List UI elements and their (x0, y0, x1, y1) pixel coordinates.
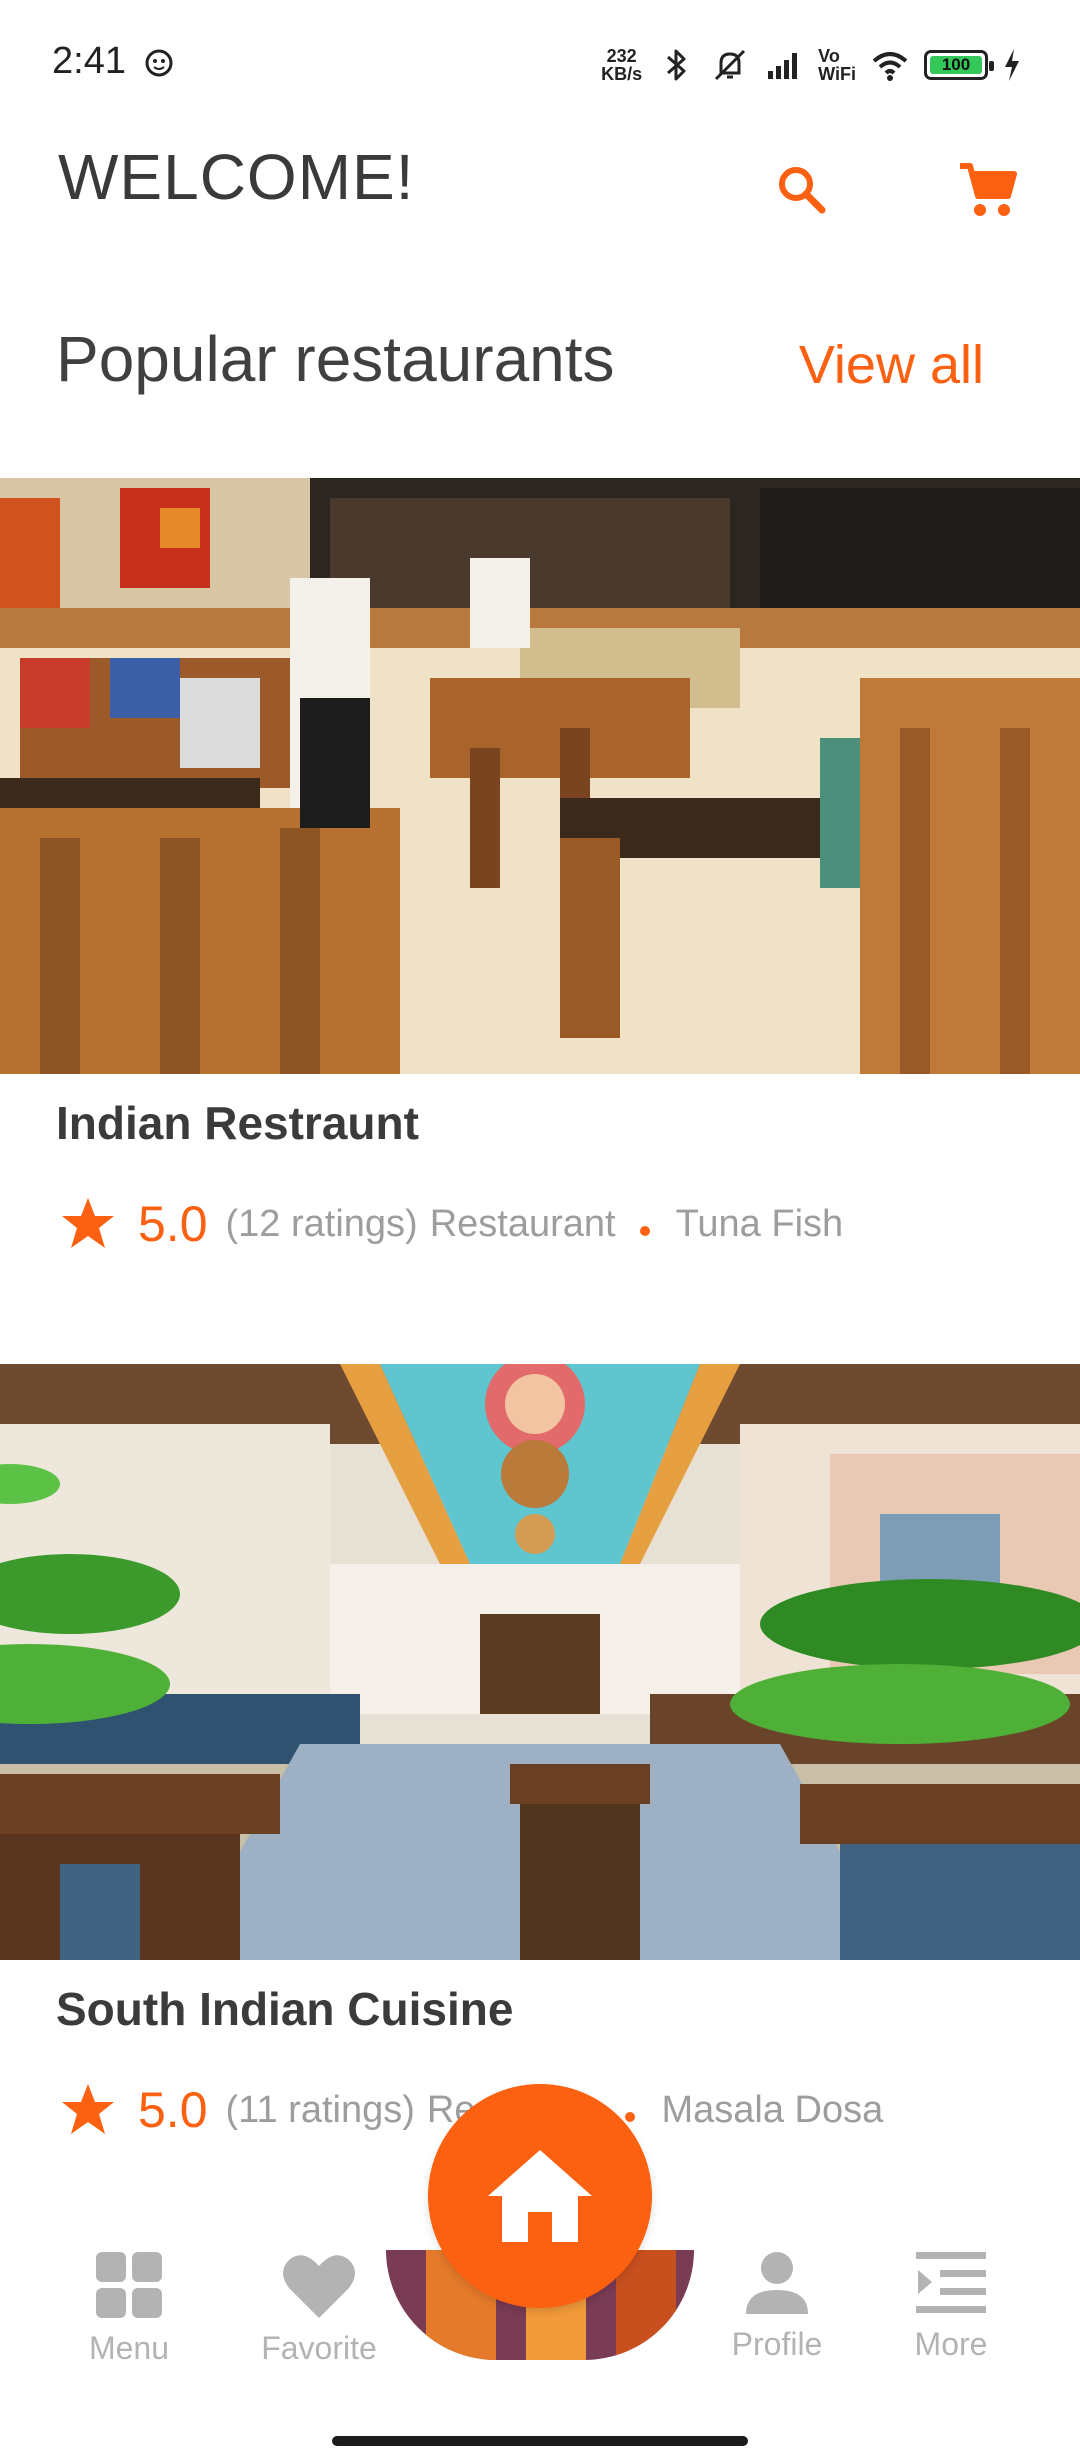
nav-more-label: More (914, 2326, 988, 2362)
battery-icon: 100 (924, 50, 994, 80)
separator-dot (639, 1226, 650, 1236)
restaurant-meta: 5.0 (12 ratings) Restaurant Tuna Fish (58, 1194, 843, 1254)
restaurant-image (0, 478, 1080, 1074)
status-bar: 2:41 232 KB/s Vo WiFi 100 (0, 0, 1080, 130)
rating-value: 5.0 (138, 1196, 208, 1252)
restaurant-card[interactable]: South Indian Cuisine 5.0 (11 ratings) Re… (0, 1364, 1080, 2164)
rating-value: 5.0 (138, 2082, 208, 2138)
ratings-count: (12 ratings) (225, 1202, 418, 1245)
restaurant-name: South Indian Cuisine (56, 1983, 514, 2035)
section-title: Popular restaurants (56, 323, 615, 395)
star-icon (62, 1198, 114, 1248)
cart-icon (960, 163, 1017, 216)
nav-favorite[interactable]: Favorite (234, 2250, 404, 2410)
nav-profile-label: Profile (731, 2326, 823, 2362)
more-list-icon (916, 2252, 986, 2313)
search-button[interactable] (762, 150, 842, 230)
vowifi-bottom: WiFi (818, 64, 856, 84)
home-button[interactable] (428, 2084, 652, 2308)
smiley-notification-icon (145, 49, 173, 77)
battery-level: 100 (941, 55, 971, 74)
heart-icon (283, 2255, 355, 2318)
signal-icon (768, 53, 798, 79)
mute-icon (715, 49, 746, 81)
cart-button[interactable] (948, 150, 1028, 230)
restaurant-dish: Masala Dosa (661, 2088, 884, 2131)
restaurant-type: Restaurant (429, 1202, 616, 1245)
app-header: WELCOME! (0, 130, 1080, 260)
vowifi-top: Vo (818, 46, 840, 66)
network-speed-value: 232 (606, 46, 637, 66)
gesture-bar[interactable] (332, 2436, 748, 2446)
profile-icon (746, 2252, 808, 2314)
nav-menu-label: Menu (88, 2330, 170, 2366)
nav-menu[interactable]: Menu (44, 2250, 214, 2410)
network-speed-unit: KB/s (601, 64, 643, 84)
star-icon (62, 2084, 114, 2134)
search-icon (779, 167, 826, 214)
status-icons: 232 KB/s Vo WiFi 100 (601, 40, 1022, 90)
ratings-count: (11 ratings) (225, 2088, 415, 2131)
network-speed: 232 KB/s (601, 47, 642, 83)
wifi-icon (872, 52, 908, 81)
page-title: WELCOME! (58, 141, 415, 213)
restaurant-dish: Tuna Fish (675, 1202, 844, 1245)
restaurant-card[interactable]: Indian Restraunt 5.0 (12 ratings) Restau… (0, 478, 1080, 1268)
separator-dot (625, 2112, 636, 2122)
nav-profile[interactable]: Profile (692, 2250, 862, 2410)
view-all-link[interactable]: View all (799, 334, 984, 396)
nav-more[interactable]: More (866, 2250, 1036, 2410)
restaurant-image (0, 1364, 1080, 1960)
bluetooth-icon (667, 49, 686, 81)
grid-icon (96, 2252, 162, 2318)
nav-favorite-label: Favorite (261, 2330, 377, 2366)
charging-icon (1005, 49, 1019, 81)
home-icon (488, 2150, 592, 2242)
vowifi-indicator: Vo WiFi (818, 47, 856, 83)
restaurant-name: Indian Restraunt (56, 1097, 419, 1149)
status-time: 2:41 (52, 40, 126, 82)
